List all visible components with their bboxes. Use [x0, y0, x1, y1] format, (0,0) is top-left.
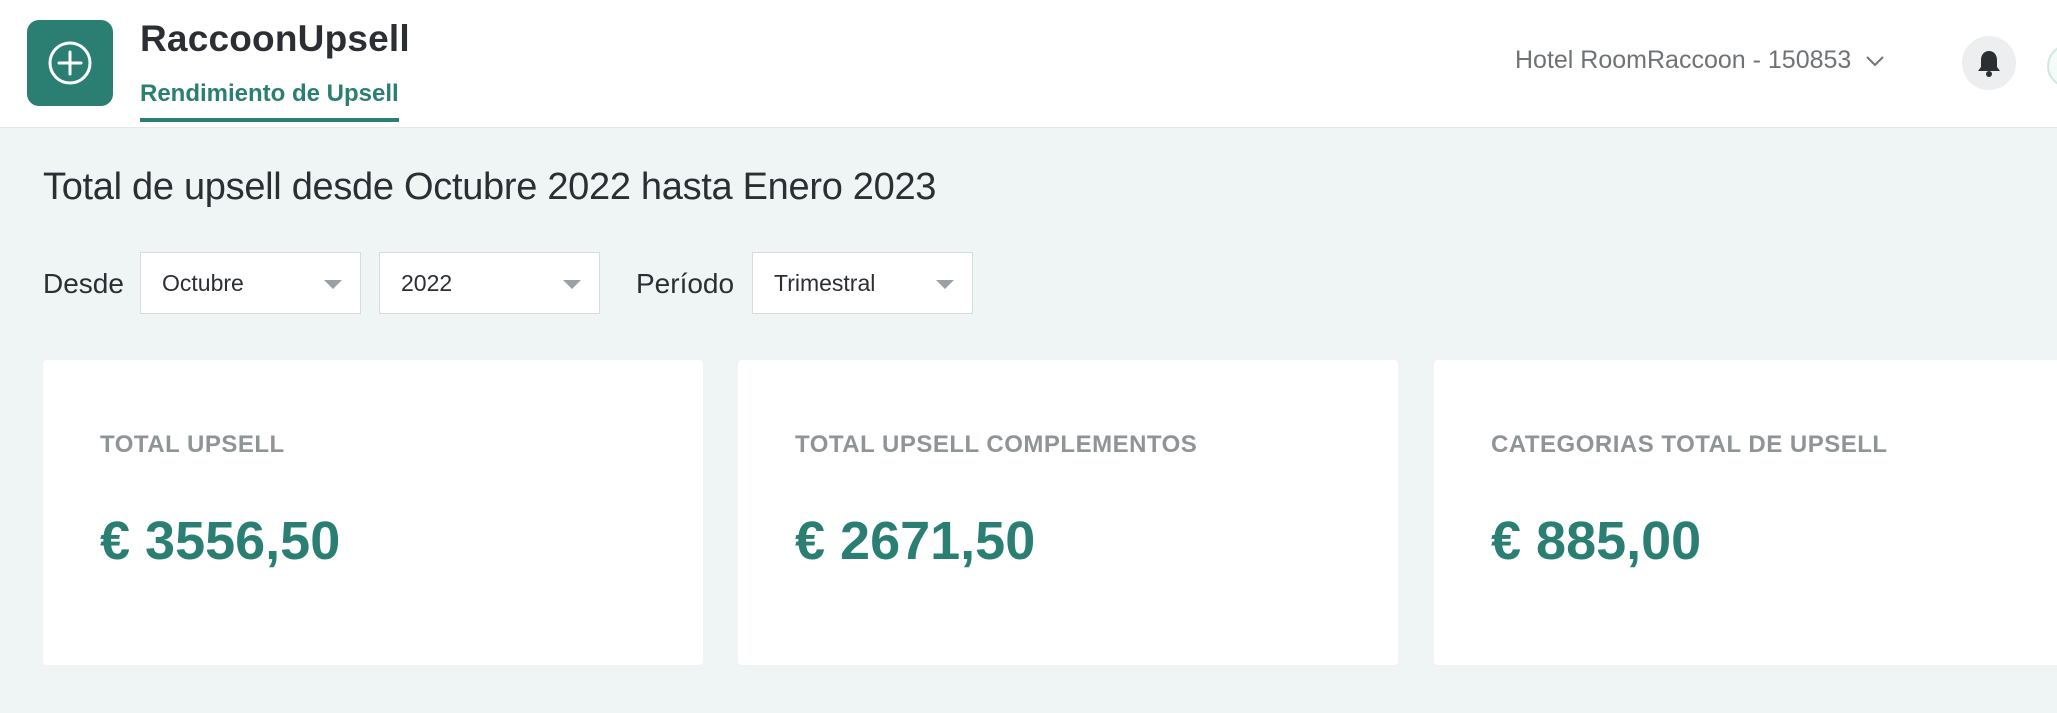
period-select[interactable]: Trimestral [752, 252, 973, 314]
total-upsell-card: TOTAL UPSELL € 3556,50 [43, 360, 703, 665]
card-value: € 885,00 [1491, 511, 1702, 571]
card-label: CATEGORIAS TOTAL DE UPSELL [1491, 431, 1888, 458]
period-value: Trimestral [774, 269, 876, 296]
month-value: Octubre [162, 269, 244, 296]
card-value: € 2671,50 [795, 511, 1036, 571]
year-select[interactable]: 2022 [379, 252, 600, 314]
chevron-down-icon [1866, 55, 1885, 66]
tab-rendimiento-de-upsell[interactable]: Rendimiento de Upsell [140, 80, 399, 122]
card-value: € 3556,50 [100, 511, 341, 571]
user-avatar[interactable] [2047, 44, 2057, 88]
caret-down-icon [936, 280, 954, 289]
card-label: TOTAL UPSELL [100, 431, 285, 458]
card-label: TOTAL UPSELL COMPLEMENTOS [795, 431, 1198, 458]
app-logo[interactable] [27, 20, 113, 106]
total-upsell-complementos-card: TOTAL UPSELL COMPLEMENTOS € 2671,50 [738, 360, 1398, 665]
caret-down-icon [563, 280, 581, 289]
year-value: 2022 [401, 269, 453, 296]
bell-icon [1978, 51, 2000, 77]
from-label: Desde [43, 268, 124, 299]
month-select[interactable]: Octubre [140, 252, 361, 314]
caret-down-icon [324, 280, 342, 289]
notifications-button[interactable] [1962, 36, 2016, 90]
hotel-selector[interactable]: Hotel RoomRaccoon - 150853 [1515, 46, 1885, 75]
hotel-name: Hotel RoomRaccoon - 150853 [1515, 46, 1852, 74]
categorias-total-upsell-card: CATEGORIAS TOTAL DE UPSELL € 885,00 [1434, 360, 2057, 665]
page-title: Total de upsell desde Octubre 2022 hasta… [43, 166, 937, 208]
top-bar: RaccoonUpsell Rendimiento de Upsell Hote… [0, 0, 2057, 128]
app-title: RaccoonUpsell [140, 18, 410, 59]
plus-circle-icon [48, 41, 92, 85]
period-label: Período [636, 268, 735, 299]
